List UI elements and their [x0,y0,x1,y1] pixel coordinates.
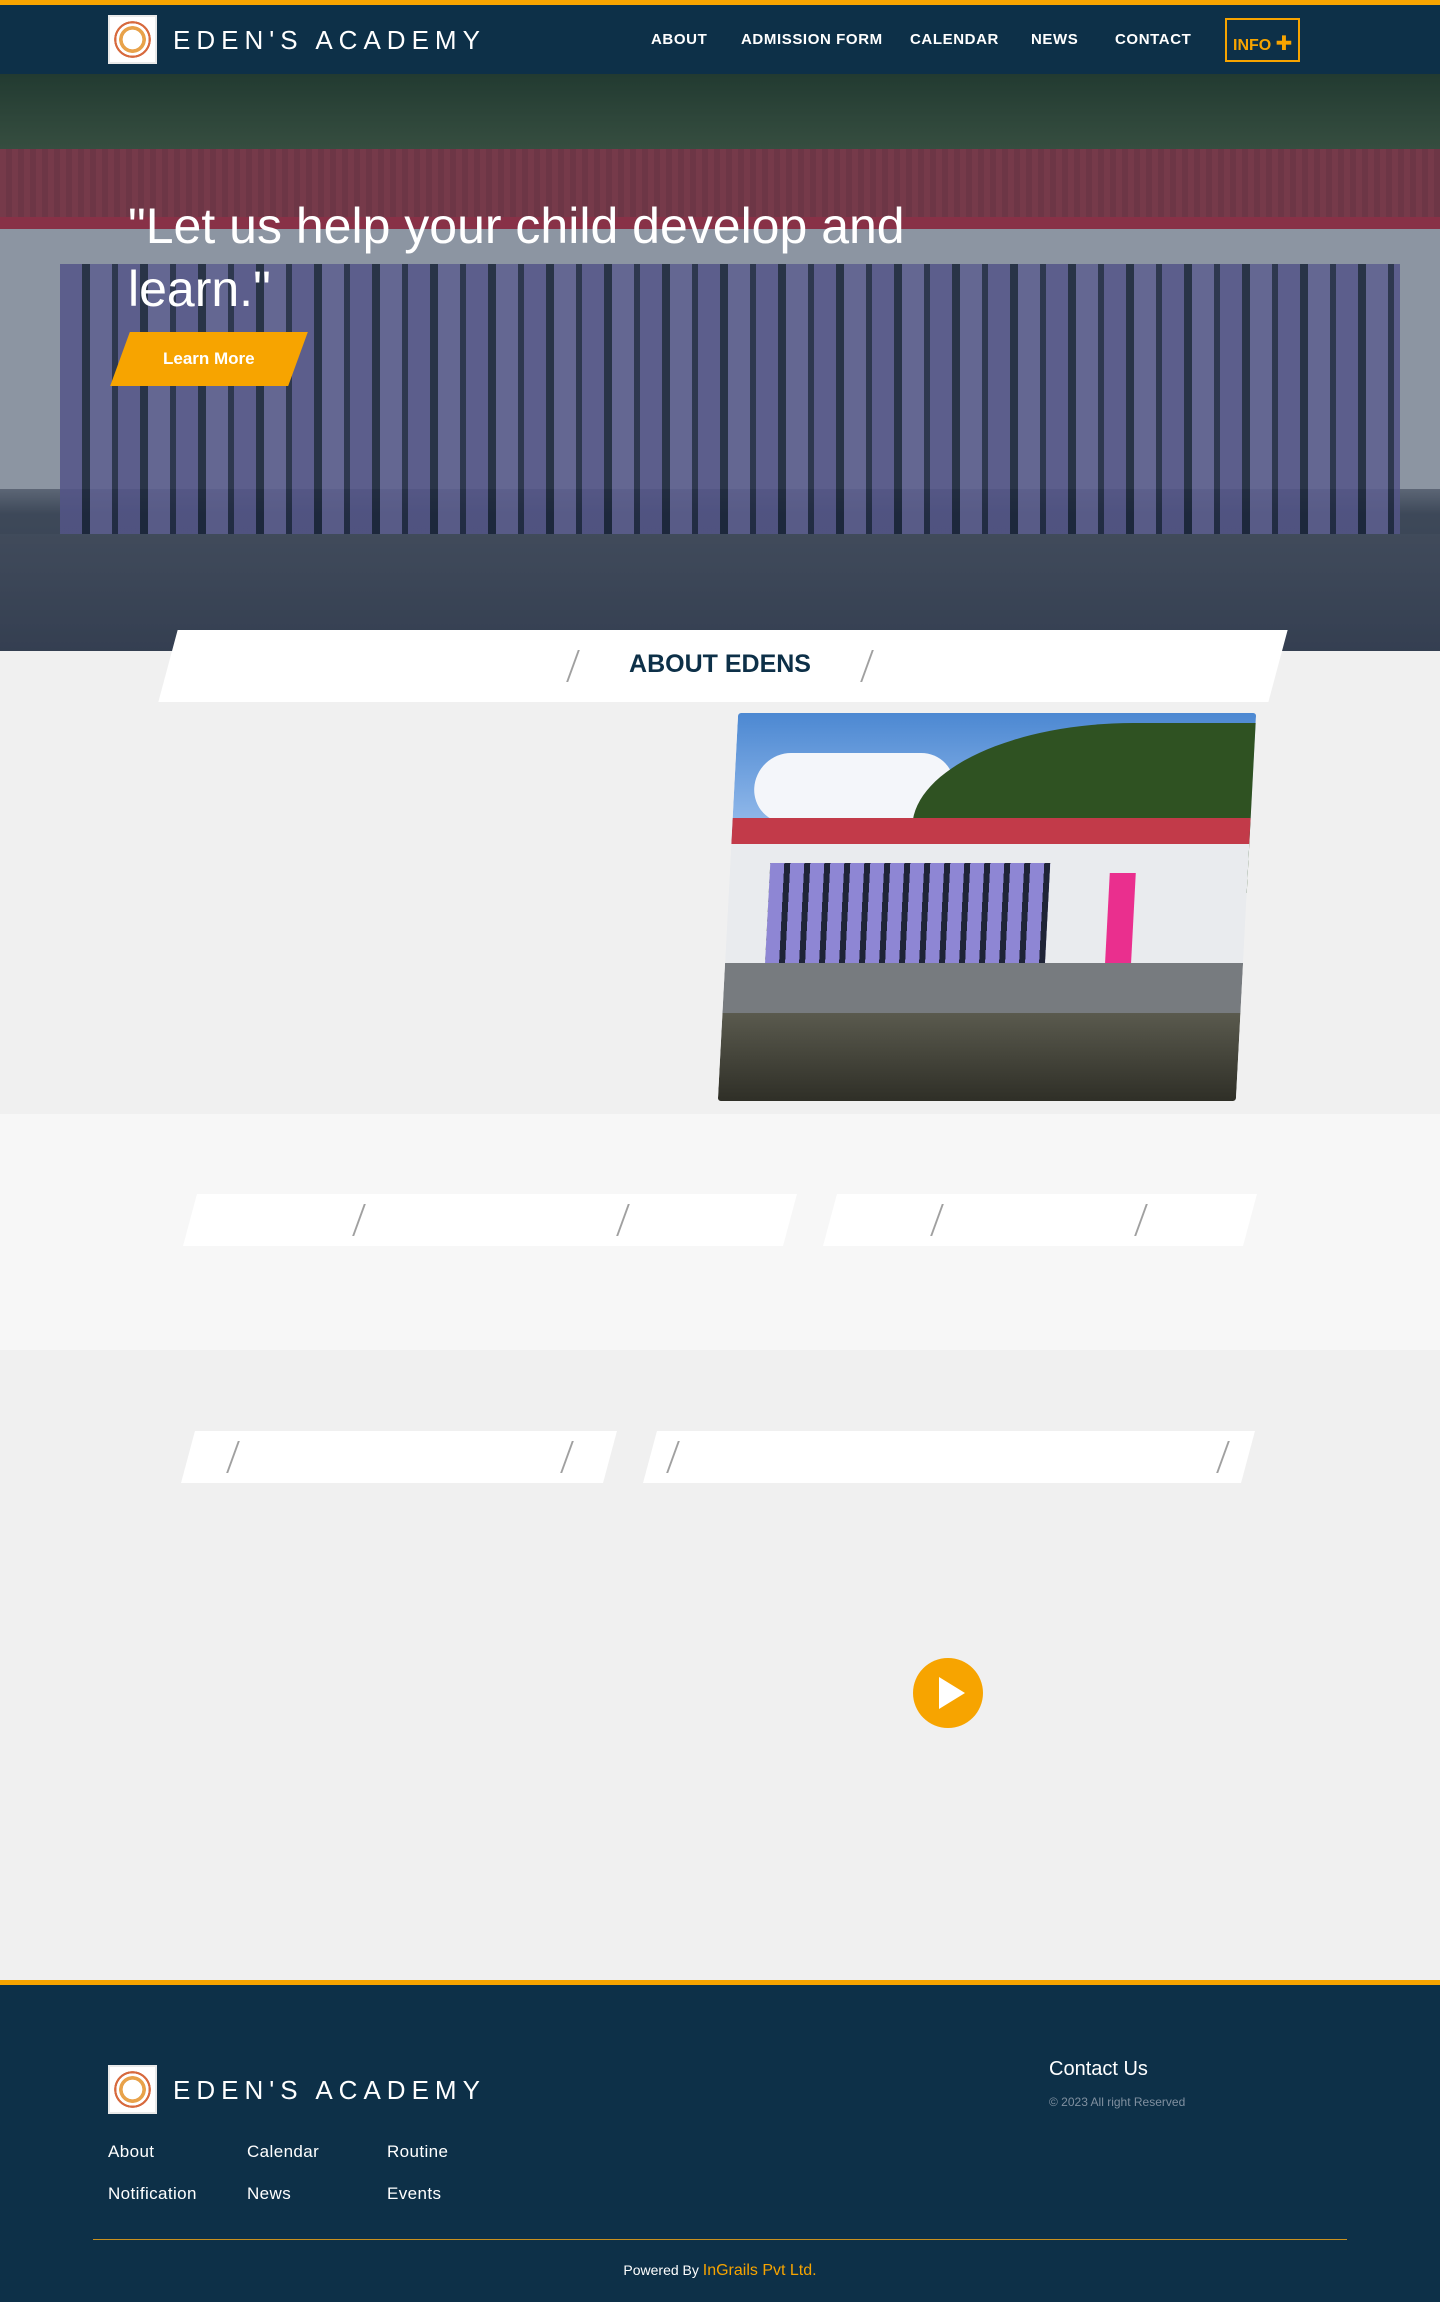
footer-powered-by: Powered By InGrails Pvt Ltd. [0,2262,1440,2280]
hero-quote: "Let us help your child develop and lear… [128,198,905,317]
footer-link-notification[interactable]: Notification [108,2184,197,2204]
school-seal-icon [113,20,152,59]
footer-link-about[interactable]: About [108,2142,154,2162]
footer-link-calendar[interactable]: Calendar [247,2142,319,2162]
about-photo [717,713,1257,1101]
navbar: EDEN'S ACADEMY ABOUT ADMISSION FORM CALE… [0,5,1440,74]
section-title-banner [183,1194,797,1246]
photo-teacher [1104,873,1136,973]
nav-contact[interactable]: CONTACT [1115,31,1191,48]
plus-icon: ✚ [1275,33,1293,55]
photo-retaining-wall [717,1013,1241,1101]
brand-name[interactable]: EDEN'S ACADEMY [173,25,486,56]
footer-copyright: © 2023 All right Reserved [1049,2095,1186,2109]
footer-link-routine[interactable]: Routine [387,2142,448,2162]
footer-divider [93,2239,1347,2240]
section-title-banner [181,1431,617,1483]
footer-contact-title[interactable]: Contact Us [1049,2058,1148,2081]
footer-link-news[interactable]: News [247,2184,291,2204]
photo-ground [722,963,1244,1013]
learn-more-button[interactable]: Learn More [110,332,308,386]
footer-brand-name[interactable]: EDEN'S ACADEMY [173,2075,486,2106]
footer: EDEN'S ACADEMY About Calendar Routine No… [0,1980,1440,2302]
logo[interactable] [108,15,157,64]
nav-admission-form[interactable]: ADMISSION FORM [741,31,883,48]
powered-by-prefix: Powered By [623,2262,699,2278]
nav-news[interactable]: NEWS [1031,31,1078,48]
powered-by-link[interactable]: InGrails Pvt Ltd. [703,2262,817,2279]
section-title-banner [643,1431,1255,1483]
nav-calendar[interactable]: CALENDAR [910,31,999,48]
school-seal-icon [113,2070,152,2109]
video-play-icon[interactable] [913,1658,983,1728]
about-title: ABOUT EDENS [629,650,811,678]
info-button[interactable]: INFO ✚ [1225,18,1300,62]
footer-link-events[interactable]: Events [387,2184,441,2204]
top-accent-bar [0,0,1440,5]
info-label: INFO [1233,37,1272,54]
section-title-banner [823,1194,1257,1246]
footer-logo[interactable] [108,2065,157,2114]
photo-roof [731,818,1251,844]
nav-about[interactable]: ABOUT [651,31,707,48]
learn-more-label: Learn More [163,349,255,368]
